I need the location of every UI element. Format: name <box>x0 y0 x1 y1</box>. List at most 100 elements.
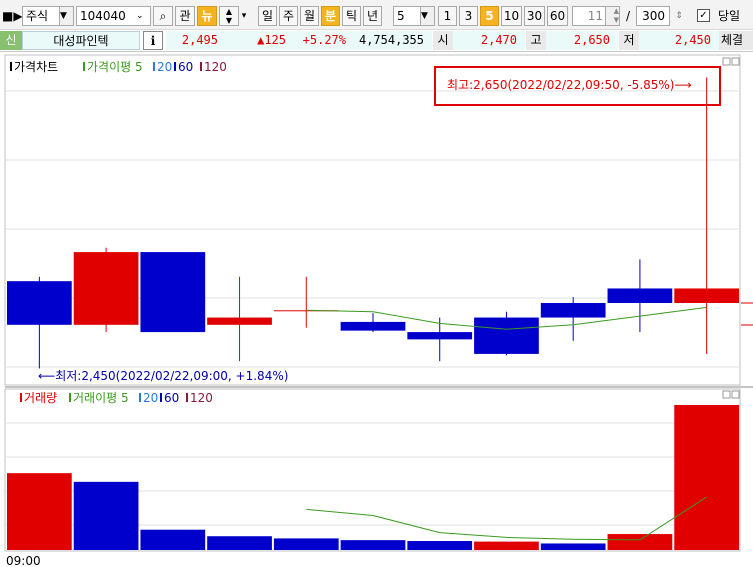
checkmark-icon: ✓ <box>699 10 708 21</box>
open-value: 2,470 <box>453 31 525 50</box>
panel-minimize-icon[interactable] <box>722 390 731 399</box>
legend-marker <box>174 62 176 71</box>
legend-marker <box>160 393 162 402</box>
candle-body-9 <box>607 288 673 303</box>
open-label: 시 <box>433 31 453 50</box>
price-ma120-legend: 120 <box>204 60 227 74</box>
time-axis-label: 09:00 <box>6 554 41 567</box>
stepper-icon: ▲ ▼ <box>225 7 233 25</box>
search-button[interactable]: ⌕ <box>153 6 173 26</box>
volume-bar-5 <box>340 540 406 550</box>
low-label: 저 <box>619 31 639 50</box>
legend-marker <box>200 62 202 71</box>
info-icon[interactable]: i <box>143 31 163 50</box>
price-ma60-legend: 60 <box>178 60 193 74</box>
candle-body-8 <box>540 303 606 318</box>
price-ma20-legend: 20 <box>157 60 172 74</box>
volume-panel-title: 거래량 <box>24 391 57 405</box>
code-input[interactable]: 104040 ⌄ <box>76 6 151 26</box>
volume-bar-2 <box>140 529 206 550</box>
panel-close-icon[interactable] <box>731 390 740 399</box>
legend-marker <box>153 62 155 71</box>
double-arrow-icon[interactable]: ⇕ <box>672 6 686 26</box>
up-down-stepper[interactable]: ▲ ▼ <box>219 6 239 26</box>
today-checkbox[interactable]: ✓ <box>697 9 710 22</box>
chevron-down-icon[interactable]: ▼ <box>59 7 73 25</box>
chart-area: 가격차트 가격이평 5 20 60 120 최고:2,650(2022/02/2… <box>0 53 753 567</box>
today-label: 당일 <box>717 9 741 23</box>
candle-body-6 <box>407 332 473 340</box>
menu-arrow-icon[interactable]: ■▶ <box>2 6 23 26</box>
candle-body-0 <box>7 281 72 325</box>
code-input-value: 104040 <box>80 9 126 23</box>
price-ma5-legend: 가격이평 5 <box>87 60 143 74</box>
current-price: 2,495 <box>166 31 226 50</box>
legend-marker <box>139 393 141 402</box>
news-button[interactable]: 뉴 <box>197 6 217 26</box>
period-button-2[interactable]: 월 <box>300 6 319 26</box>
panel-minimize-icon[interactable] <box>722 57 731 66</box>
period-button-4[interactable]: 틱 <box>342 6 361 26</box>
quote-bar: 신 대성파인텍 i 2,495 ▲125 +5.27% 4,754,355 시 … <box>0 30 753 52</box>
interval-button-3[interactable]: 10 <box>501 6 522 26</box>
interval-select-value: 5 <box>397 9 405 23</box>
market-select[interactable]: 주식 ▼ <box>22 6 74 26</box>
volume-ma5-legend: 거래이평 5 <box>73 391 129 405</box>
period-button-0[interactable]: 일 <box>258 6 277 26</box>
candle-body-5 <box>340 321 406 331</box>
candle-body-2 <box>140 252 206 333</box>
watch-button[interactable]: 관 <box>175 6 195 26</box>
interval-button-0[interactable]: 1 <box>438 6 457 26</box>
interval-button-1[interactable]: 3 <box>459 6 478 26</box>
change-percent: +5.27% <box>294 31 354 50</box>
credit-badge: 신 <box>0 31 22 50</box>
panel-close-icon[interactable] <box>731 57 740 66</box>
interval-button-2[interactable]: 5 <box>480 6 499 26</box>
total-count-field[interactable]: 300 <box>636 6 670 26</box>
chart-canvas[interactable]: 가격차트 가격이평 5 20 60 120 최고:2,650(2022/02/2… <box>0 53 753 567</box>
volume-bar-10 <box>674 405 739 550</box>
high-value: 2,650 <box>546 31 618 50</box>
total-count-value: 300 <box>642 9 665 23</box>
chevron-down-icon[interactable]: ⌄ <box>136 7 150 25</box>
toolbar: ■▶ 주식 ▼ 104040 ⌄ ⌕ 관 뉴 ▲ ▼ ▾ 일주월분틱년 5 ▼ 1… <box>0 0 753 30</box>
candle-body-1 <box>73 252 139 325</box>
high-annotation: 최고:2,650(2022/02/22,09:50, -5.85%)⟶ <box>447 78 692 92</box>
volume-bar-7 <box>474 541 539 550</box>
legend-marker <box>20 393 22 402</box>
volume-ma20-legend: 20 <box>143 391 158 405</box>
watch-button-label: 관 <box>179 9 191 23</box>
volume-bar-8 <box>540 543 606 550</box>
search-icon: ⌕ <box>159 9 167 23</box>
legend-marker <box>69 393 71 402</box>
volume-bar-0 <box>7 473 72 550</box>
interval-select[interactable]: 5 ▼ <box>393 6 435 26</box>
volume-value: 4,754,355 <box>354 31 432 50</box>
volume-bar-1 <box>73 481 139 550</box>
low-annotation: ⟵최저:2,450(2022/02/22,09:00, +1.84%) <box>38 369 288 383</box>
count-input[interactable]: 11 ▲ ▼ <box>572 6 620 26</box>
candle-body-3 <box>207 317 272 325</box>
period-button-3[interactable]: 분 <box>321 6 340 26</box>
volume-bar-4 <box>273 538 339 550</box>
volume-bar-6 <box>407 541 473 550</box>
volume-ma120-legend: 120 <box>190 391 213 405</box>
chevron-down-icon[interactable]: ▼ <box>420 7 434 25</box>
chevron-down-icon[interactable]: ▾ <box>239 6 249 26</box>
legend-marker <box>10 62 12 71</box>
legend-marker <box>186 393 188 402</box>
volume-bar-3 <box>207 536 272 550</box>
news-button-label: 뉴 <box>201 9 213 23</box>
candle-body-10 <box>674 288 739 303</box>
period-button-5[interactable]: 년 <box>363 6 382 26</box>
interval-button-5[interactable]: 60 <box>547 6 568 26</box>
volume-bar-9 <box>607 534 673 550</box>
stock-name[interactable]: 대성파인텍 <box>22 31 140 50</box>
strength-label: 체결강 <box>719 31 753 50</box>
low-value: 2,450 <box>639 31 719 50</box>
period-button-1[interactable]: 주 <box>279 6 298 26</box>
high-label: 고 <box>526 31 546 50</box>
interval-button-4[interactable]: 30 <box>524 6 545 26</box>
market-select-value: 주식 <box>26 9 49 23</box>
stepper-icon[interactable]: ▲ ▼ <box>605 7 619 25</box>
